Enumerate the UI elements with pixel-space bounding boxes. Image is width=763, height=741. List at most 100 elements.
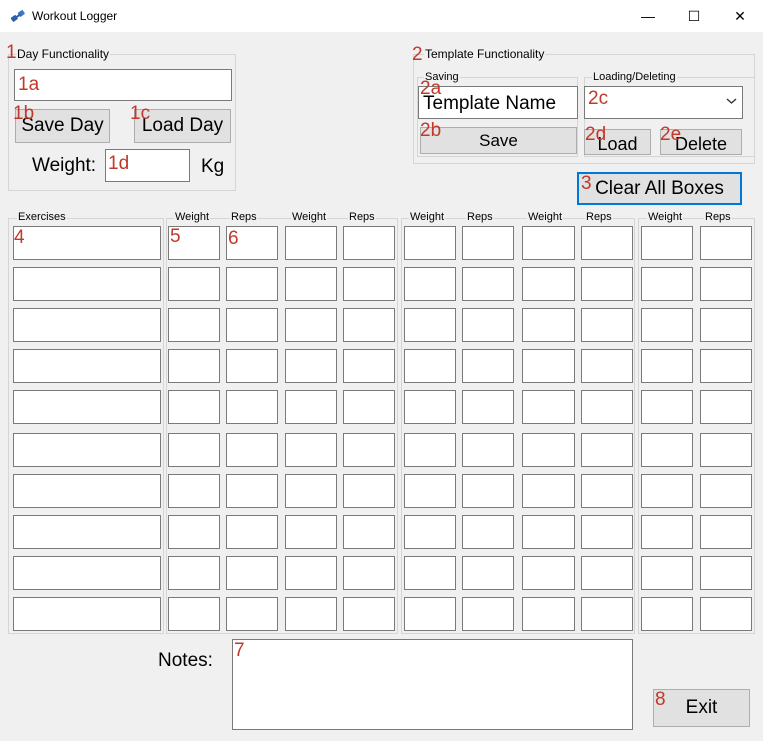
weight-input-set-5-row-4[interactable]	[641, 349, 693, 383]
save-template-button[interactable]: Save	[420, 127, 577, 154]
weight-input-set-5-row-5[interactable]	[641, 390, 693, 424]
reps-input-set-4-row-8[interactable]	[581, 515, 633, 549]
clear-all-boxes-button[interactable]: Clear All Boxes	[577, 172, 742, 205]
weight-input-set-4-row-1[interactable]	[522, 226, 575, 260]
reps-input-set-4-row-9[interactable]	[581, 556, 633, 590]
reps-input-set-2-row-10[interactable]	[343, 597, 395, 631]
weight-input-set-2-row-6[interactable]	[285, 433, 337, 467]
reps-input-set-1-row-10[interactable]	[226, 597, 278, 631]
weight-input-set-5-row-7[interactable]	[641, 474, 693, 508]
weight-input-set-2-row-3[interactable]	[285, 308, 337, 342]
reps-input-set-1-row-2[interactable]	[226, 267, 278, 301]
reps-input-set-3-row-7[interactable]	[462, 474, 514, 508]
reps-input-set-1-row-4[interactable]	[226, 349, 278, 383]
weight-input-set-4-row-10[interactable]	[522, 597, 575, 631]
reps-input-set-1-row-3[interactable]	[226, 308, 278, 342]
exercise-input-row-7[interactable]	[13, 474, 161, 508]
weight-input-set-1-row-10[interactable]	[168, 597, 220, 631]
weight-input-set-3-row-9[interactable]	[404, 556, 456, 590]
reps-input-set-2-row-4[interactable]	[343, 349, 395, 383]
weight-input-set-2-row-10[interactable]	[285, 597, 337, 631]
reps-input-set-5-row-5[interactable]	[700, 390, 752, 424]
reps-input-set-5-row-6[interactable]	[700, 433, 752, 467]
weight-input-set-3-row-6[interactable]	[404, 433, 456, 467]
reps-input-set-5-row-1[interactable]	[700, 226, 752, 260]
reps-input-set-4-row-4[interactable]	[581, 349, 633, 383]
reps-input-set-5-row-4[interactable]	[700, 349, 752, 383]
weight-input-set-1-row-9[interactable]	[168, 556, 220, 590]
reps-input-set-3-row-3[interactable]	[462, 308, 514, 342]
reps-input-set-1-row-7[interactable]	[226, 474, 278, 508]
chevron-down-icon[interactable]	[726, 97, 737, 105]
exercise-input-row-10[interactable]	[13, 597, 161, 631]
weight-input-set-4-row-3[interactable]	[522, 308, 575, 342]
reps-input-set-4-row-7[interactable]	[581, 474, 633, 508]
weight-input-set-5-row-10[interactable]	[641, 597, 693, 631]
weight-input-set-3-row-5[interactable]	[404, 390, 456, 424]
weight-input-set-2-row-8[interactable]	[285, 515, 337, 549]
reps-input-set-4-row-2[interactable]	[581, 267, 633, 301]
reps-input-set-4-row-10[interactable]	[581, 597, 633, 631]
reps-input-set-2-row-5[interactable]	[343, 390, 395, 424]
weight-input-set-2-row-2[interactable]	[285, 267, 337, 301]
notes-textarea[interactable]	[232, 639, 633, 730]
weight-input-set-1-row-5[interactable]	[168, 390, 220, 424]
weight-input-set-3-row-2[interactable]	[404, 267, 456, 301]
weight-input-set-5-row-8[interactable]	[641, 515, 693, 549]
reps-input-set-5-row-2[interactable]	[700, 267, 752, 301]
weight-input-set-2-row-7[interactable]	[285, 474, 337, 508]
weight-input-set-1-row-3[interactable]	[168, 308, 220, 342]
weight-input-set-5-row-2[interactable]	[641, 267, 693, 301]
reps-input-set-3-row-6[interactable]	[462, 433, 514, 467]
weight-input-set-3-row-7[interactable]	[404, 474, 456, 508]
reps-input-set-5-row-10[interactable]	[700, 597, 752, 631]
weight-input-set-4-row-9[interactable]	[522, 556, 575, 590]
weight-input-set-1-row-8[interactable]	[168, 515, 220, 549]
weight-input-set-4-row-2[interactable]	[522, 267, 575, 301]
weight-input-set-5-row-6[interactable]	[641, 433, 693, 467]
weight-input-set-1-row-7[interactable]	[168, 474, 220, 508]
weight-input-set-2-row-5[interactable]	[285, 390, 337, 424]
exercise-input-row-9[interactable]	[13, 556, 161, 590]
reps-input-set-4-row-3[interactable]	[581, 308, 633, 342]
weight-input-set-4-row-4[interactable]	[522, 349, 575, 383]
weight-input-set-3-row-3[interactable]	[404, 308, 456, 342]
reps-input-set-3-row-4[interactable]	[462, 349, 514, 383]
weight-input-set-2-row-9[interactable]	[285, 556, 337, 590]
weight-input-set-1-row-4[interactable]	[168, 349, 220, 383]
reps-input-set-4-row-1[interactable]	[581, 226, 633, 260]
reps-input-set-1-row-9[interactable]	[226, 556, 278, 590]
close-button[interactable]: ✕	[717, 0, 763, 32]
weight-input-set-4-row-8[interactable]	[522, 515, 575, 549]
reps-input-set-2-row-2[interactable]	[343, 267, 395, 301]
weight-input-set-4-row-7[interactable]	[522, 474, 575, 508]
weight-input-set-5-row-3[interactable]	[641, 308, 693, 342]
reps-input-set-1-row-5[interactable]	[226, 390, 278, 424]
reps-input-set-4-row-5[interactable]	[581, 390, 633, 424]
maximize-button[interactable]: ☐	[671, 0, 717, 32]
reps-input-set-3-row-9[interactable]	[462, 556, 514, 590]
weight-input-set-5-row-9[interactable]	[641, 556, 693, 590]
exercise-input-row-1[interactable]	[13, 226, 161, 260]
reps-input-set-3-row-10[interactable]	[462, 597, 514, 631]
reps-input-set-5-row-7[interactable]	[700, 474, 752, 508]
reps-input-set-4-row-6[interactable]	[581, 433, 633, 467]
weight-input-set-3-row-8[interactable]	[404, 515, 456, 549]
reps-input-set-3-row-8[interactable]	[462, 515, 514, 549]
reps-input-set-2-row-8[interactable]	[343, 515, 395, 549]
reps-input-set-2-row-6[interactable]	[343, 433, 395, 467]
reps-input-set-2-row-9[interactable]	[343, 556, 395, 590]
reps-input-set-1-row-6[interactable]	[226, 433, 278, 467]
reps-input-set-3-row-5[interactable]	[462, 390, 514, 424]
weight-input-set-3-row-1[interactable]	[404, 226, 456, 260]
day-name-input[interactable]	[14, 69, 232, 101]
template-name-input[interactable]: Template Name	[418, 86, 578, 119]
reps-input-set-3-row-2[interactable]	[462, 267, 514, 301]
reps-input-set-2-row-7[interactable]	[343, 474, 395, 508]
exercise-input-row-3[interactable]	[13, 308, 161, 342]
weight-input-set-2-row-4[interactable]	[285, 349, 337, 383]
weight-input-set-1-row-6[interactable]	[168, 433, 220, 467]
minimize-button[interactable]: —	[625, 0, 671, 32]
exercise-input-row-6[interactable]	[13, 433, 161, 467]
weight-input-set-5-row-1[interactable]	[641, 226, 693, 260]
